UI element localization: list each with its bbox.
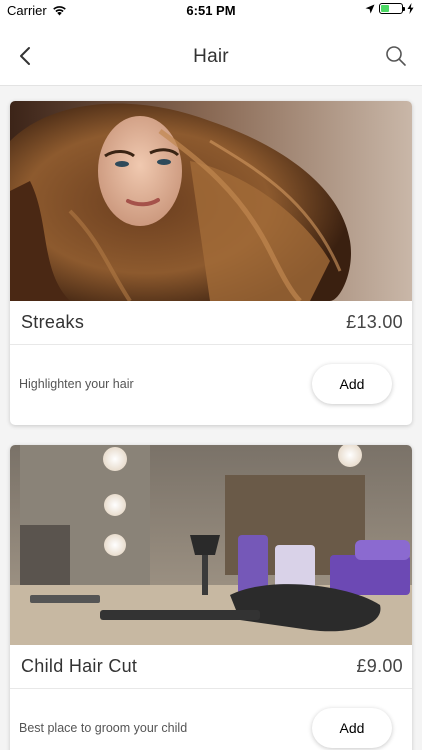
title-row: Child Hair Cut £9.00 bbox=[10, 645, 412, 689]
salon-table-photo bbox=[10, 445, 412, 645]
service-description: Highlighten your hair bbox=[19, 377, 134, 391]
add-button[interactable]: Add bbox=[312, 708, 392, 748]
title-row: Streaks £13.00 bbox=[10, 301, 412, 345]
navigation-bar: Hair bbox=[0, 22, 422, 86]
battery-icon bbox=[379, 3, 405, 14]
service-image bbox=[10, 101, 412, 301]
page-title: Hair bbox=[193, 46, 229, 67]
status-bar: Carrier 6:51 PM bbox=[0, 0, 422, 22]
battery-fill bbox=[381, 5, 389, 12]
service-title: Streaks bbox=[21, 312, 85, 332]
status-right bbox=[365, 3, 414, 14]
hair-model-photo bbox=[10, 101, 412, 301]
charging-bolt-icon bbox=[407, 3, 414, 14]
search-icon[interactable] bbox=[384, 44, 408, 68]
service-card[interactable]: Streaks £13.00 Highlighten your hair Add bbox=[10, 101, 412, 425]
service-title: Child Hair Cut bbox=[21, 656, 138, 676]
service-image bbox=[10, 445, 412, 645]
description-row: Highlighten your hair Add bbox=[10, 345, 412, 423]
add-button[interactable]: Add bbox=[312, 364, 392, 404]
status-time: 6:51 PM bbox=[186, 3, 236, 18]
service-card[interactable]: Child Hair Cut £9.00 Best place to groom… bbox=[10, 445, 412, 750]
description-row: Best place to groom your child Add bbox=[10, 689, 412, 750]
location-arrow-icon bbox=[365, 4, 375, 13]
service-price: £9.00 bbox=[356, 656, 403, 676]
service-description: Best place to groom your child bbox=[19, 721, 188, 735]
service-price: £13.00 bbox=[346, 312, 403, 332]
